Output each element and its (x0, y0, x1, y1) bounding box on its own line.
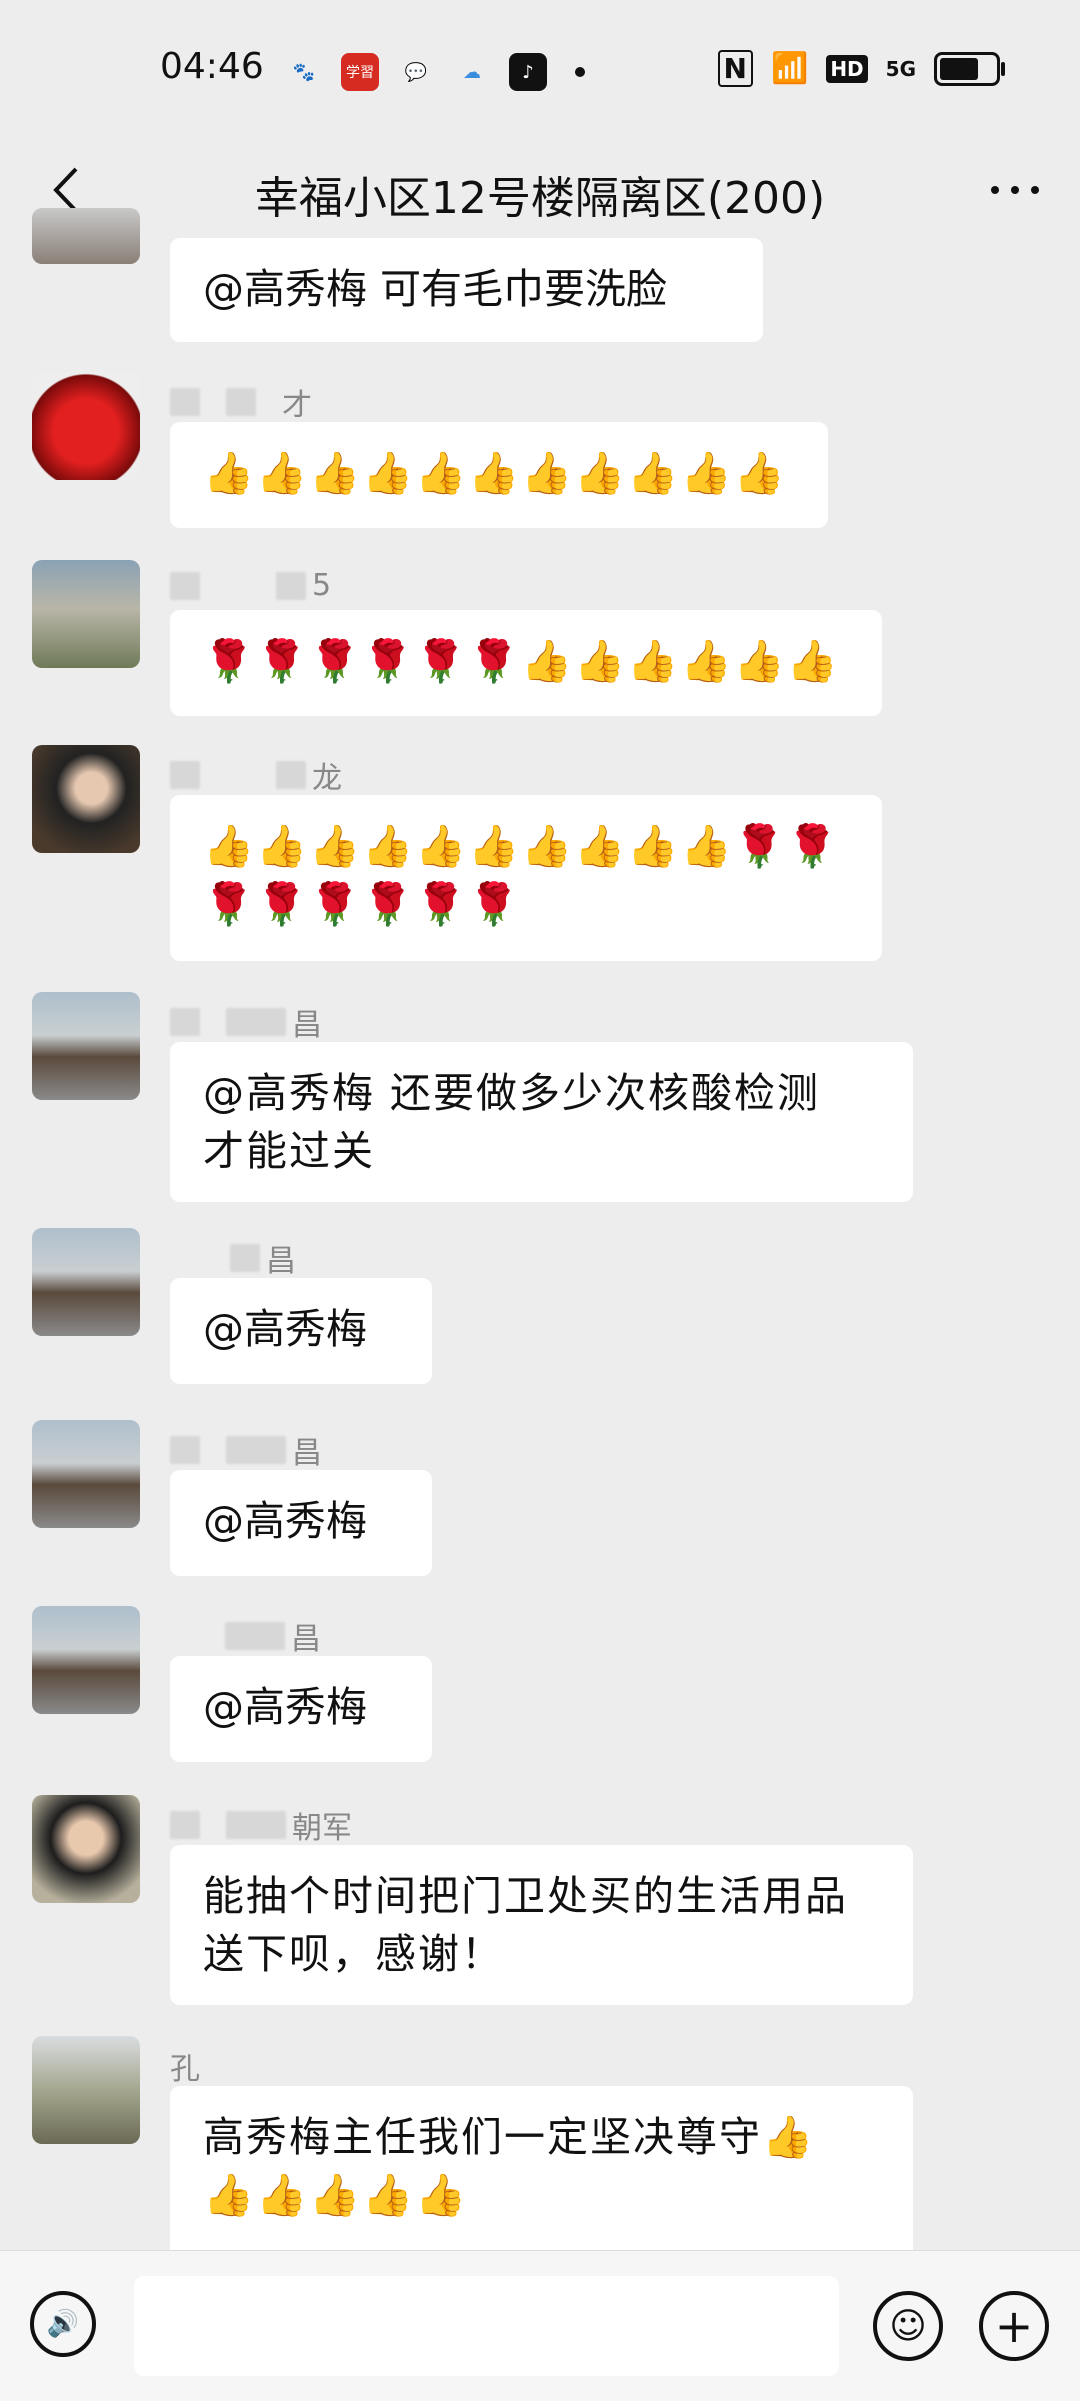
voice-button[interactable]: 🔊 (30, 2291, 96, 2357)
message-bubble[interactable]: 👍👍👍👍👍👍👍👍👍👍🌹🌹 🌹🌹🌹🌹🌹🌹 (170, 795, 882, 961)
nfc-icon: N (717, 50, 753, 87)
message-text: 👍👍👍👍👍👍👍👍👍👍👍 (203, 449, 787, 497)
cloud-icon: ☁ (463, 61, 481, 83)
sender-name: 孔 (170, 2052, 200, 2087)
sender-name: 昌 (170, 1614, 321, 1658)
message-text: @高秀梅 还要做多少次核酸检测 (203, 1069, 821, 1117)
message-bubble[interactable]: @高秀梅 还要做多少次核酸检测 才能过关 (170, 1042, 913, 1202)
signal-5g-icon: 5G (885, 56, 916, 81)
battery-icon (934, 51, 1005, 86)
more-button[interactable] (980, 150, 1050, 230)
status-bar: 04:46 🐾 学習 💬 ☁ ♪ N 📶 HD 5G (0, 0, 1080, 140)
chat-title: 幸福小区12号楼隔离区(200) (254, 173, 826, 224)
more-notifications-dot (575, 67, 585, 77)
hd-icon: HD (826, 54, 868, 83)
message-bubble[interactable]: @高秀梅 (170, 1278, 432, 1384)
sender-name: 昌 (170, 1236, 296, 1280)
message-text: 🌹🌹🌹🌹🌹🌹 (203, 880, 522, 928)
status-time: 04:46 (160, 46, 264, 87)
avatar[interactable] (32, 745, 140, 853)
baidu-icon: 🐾 (292, 61, 316, 83)
message-bubble[interactable]: @高秀梅 (170, 1656, 432, 1762)
sender-name: 5 (170, 568, 331, 603)
sender-name: 朝军 (170, 1803, 352, 1847)
sender-name: 才 (170, 380, 312, 424)
sender-name: 龙 (170, 753, 342, 797)
wifi-icon: 📶 (770, 51, 809, 86)
sender-name: 昌 (170, 1428, 322, 1472)
status-right: N 📶 HD 5G (717, 50, 1005, 87)
message-input[interactable] (134, 2276, 839, 2376)
message-text: @高秀梅 (203, 1683, 367, 1731)
more-dots-icon (991, 186, 1039, 194)
avatar[interactable] (32, 2036, 140, 2144)
avatar[interactable] (32, 1606, 140, 1714)
smiley-icon: ☺ (889, 2305, 927, 2347)
message-text: @高秀梅 可有毛巾要洗脸 (203, 265, 668, 313)
message-text: 🌹🌹🌹🌹🌹🌹👍👍👍👍👍👍 (203, 637, 840, 685)
xuexi-icon: 学習 (341, 53, 379, 91)
message-bubble[interactable]: 🌹🌹🌹🌹🌹🌹👍👍👍👍👍👍 (170, 610, 882, 716)
plus-icon: + (994, 2299, 1034, 2353)
avatar[interactable] (32, 208, 140, 264)
input-bar: 🔊 ☺ + (0, 2250, 1080, 2401)
message-text: 👍👍👍👍👍👍👍👍👍👍🌹🌹 (203, 822, 840, 870)
message-text: @高秀梅 (203, 1305, 367, 1353)
avatar[interactable] (32, 1795, 140, 1903)
message-text: @高秀梅 (203, 1497, 367, 1545)
avatar[interactable] (32, 372, 140, 480)
message-bubble[interactable]: 👍👍👍👍👍👍👍👍👍👍👍 (170, 422, 828, 528)
message-text: 能抽个时间把门卫处买的生活用品 (203, 1872, 848, 1920)
more-actions-button[interactable]: + (979, 2291, 1049, 2361)
message-text: 👍👍👍👍👍 (203, 2171, 469, 2219)
message-text: 才能过关 (203, 1127, 375, 1175)
message-text: 送下呗，感谢！ (203, 1930, 504, 1978)
tiktok-icon: ♪ (509, 53, 547, 91)
chat-header: 幸福小区12号楼隔离区(200) (0, 140, 1080, 240)
sender-name: 昌 (170, 1000, 322, 1044)
notification-icons: 🐾 学習 💬 ☁ ♪ (285, 52, 585, 92)
message-bubble[interactable]: @高秀梅 (170, 1470, 432, 1576)
message-bubble[interactable]: 高秀梅主任我们一定坚决尊守👍 👍👍👍👍👍 (170, 2086, 913, 2266)
voice-icon: 🔊 (46, 2309, 80, 2339)
message-text: 高秀梅主任我们一定坚决尊守👍 (203, 2113, 816, 2161)
avatar[interactable] (32, 1228, 140, 1336)
avatar[interactable] (32, 1420, 140, 1528)
avatar[interactable] (32, 560, 140, 668)
message-bubble[interactable]: @高秀梅 可有毛巾要洗脸 (170, 238, 763, 342)
message-bubble[interactable]: 能抽个时间把门卫处买的生活用品 送下呗，感谢！ (170, 1845, 913, 2005)
emoji-button[interactable]: ☺ (873, 2291, 943, 2361)
avatar[interactable] (32, 992, 140, 1100)
chat-icon: 💬 (404, 61, 428, 83)
